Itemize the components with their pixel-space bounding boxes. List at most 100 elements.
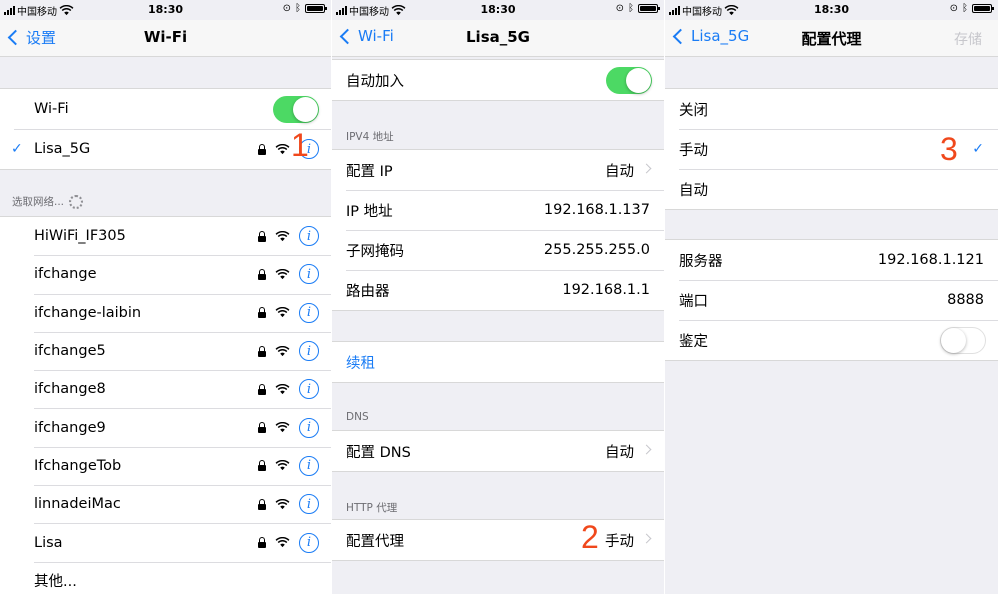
info-icon[interactable]: i <box>299 494 319 515</box>
ip-address-row: IP 地址 192.168.1.137 <box>332 190 664 230</box>
info-icon[interactable]: i <box>299 417 319 438</box>
configure-ip-row[interactable]: 配置 IP 自动 <box>332 150 664 190</box>
proxy-option-off[interactable]: 关闭 <box>665 89 998 129</box>
wifi-strength-icon <box>275 460 290 471</box>
page-title: Lisa_5G <box>466 28 530 46</box>
port-row[interactable]: 端口 8888 <box>665 280 998 320</box>
dns-group: 配置 DNS 自动 <box>332 430 664 472</box>
configure-proxy-row[interactable]: 配置代理 手动 <box>332 520 664 560</box>
checkmark-icon: ✓ <box>11 141 23 157</box>
lock-icon <box>258 498 266 510</box>
wifi-strength-icon <box>275 307 290 318</box>
wifi-strength-icon <box>275 422 290 433</box>
other-network-row[interactable]: 其他... <box>0 561 331 594</box>
lock-icon <box>258 383 266 395</box>
network-row[interactable]: ifchange i <box>0 255 331 293</box>
port-label: 端口 <box>679 293 708 310</box>
authentication-toggle[interactable] <box>940 326 986 354</box>
renew-lease-button[interactable]: 续租 <box>332 342 664 382</box>
option-label: 关闭 <box>679 102 708 119</box>
lock-icon <box>258 268 266 280</box>
network-name: ifchange <box>34 266 97 283</box>
connected-network-row[interactable]: ✓ Lisa_5G i <box>0 129 331 169</box>
info-icon[interactable]: i <box>299 264 319 285</box>
wifi-strength-icon <box>275 498 290 510</box>
info-icon[interactable]: i <box>299 455 319 476</box>
nav-bar: Lisa_5G 配置代理 存储 <box>665 20 998 57</box>
orientation-lock-icon: ⊙ <box>949 3 958 14</box>
network-row[interactable]: linnadeiMac i <box>0 485 331 523</box>
network-name: ifchange-laibin <box>34 304 142 321</box>
auto-join-toggle[interactable] <box>606 66 652 94</box>
battery-icon <box>972 4 994 13</box>
wifi-strength-icon <box>275 143 290 154</box>
status-bar: 中国移动 18:30 ⊙ ᛒ <box>665 0 998 20</box>
subnet-mask-row: 子网掩码 255.255.255.0 <box>332 230 664 270</box>
configure-proxy-value: 手动 <box>605 533 634 550</box>
renew-lease-label: 续租 <box>346 355 375 372</box>
choose-network-header: 选取网络... <box>12 194 84 209</box>
network-name: IfchangeTob <box>34 457 122 474</box>
connected-network-name: Lisa_5G <box>34 141 91 157</box>
server-field[interactable]: 192.168.1.121 <box>878 252 984 268</box>
network-name: ifchange9 <box>34 419 106 436</box>
info-icon[interactable]: i <box>299 341 319 362</box>
ipv4-header: IPV4 地址 <box>346 131 394 143</box>
network-row[interactable]: ifchange5 i <box>0 331 331 370</box>
network-list: HiWiFi_IF305 i ifchange i ifchange-laibin i if… <box>0 216 331 594</box>
network-row[interactable]: ifchange-laibin i <box>0 293 331 332</box>
dns-header: DNS <box>346 411 369 423</box>
orientation-lock-icon: ⊙ <box>282 3 291 14</box>
server-row[interactable]: 服务器 192.168.1.121 <box>665 240 998 280</box>
network-row[interactable]: HiWiFi_IF305 i <box>0 217 331 255</box>
nav-bar: 设置 Wi-Fi <box>0 20 331 57</box>
configure-dns-row[interactable]: 配置 DNS 自动 <box>332 431 664 471</box>
wifi-group: Wi-Fi ✓ Lisa_5G i <box>0 88 331 170</box>
step-marker-1: 1 <box>291 127 309 163</box>
network-name: HiWiFi_IF305 <box>34 228 126 245</box>
info-icon[interactable]: i <box>299 226 319 247</box>
subnet-mask-label: 子网掩码 <box>346 243 404 260</box>
step-marker-2: 2 <box>581 519 599 555</box>
http-proxy-header: HTTP 代理 <box>346 502 398 514</box>
proxy-option-auto[interactable]: 自动 <box>665 169 998 209</box>
bluetooth-icon: ᛒ <box>962 3 968 14</box>
lock-icon <box>258 460 266 472</box>
wifi-strength-icon <box>275 268 290 280</box>
lock-icon <box>258 143 266 155</box>
battery-icon <box>305 4 327 13</box>
router-label: 路由器 <box>346 283 390 300</box>
authentication-label: 鉴定 <box>679 333 708 350</box>
page-title: 配置代理 <box>801 30 862 48</box>
loading-spinner-icon <box>69 195 84 209</box>
lock-icon <box>258 307 266 319</box>
configure-dns-label: 配置 DNS <box>346 444 411 461</box>
auto-join-group: 自动加入 <box>332 59 664 101</box>
nav-bar: Wi-Fi Lisa_5G <box>332 20 664 57</box>
save-button[interactable]: 存储 <box>954 29 982 49</box>
port-field[interactable]: 8888 <box>947 292 984 308</box>
status-time: 18:30 <box>813 3 849 16</box>
subnet-mask-value: 255.255.255.0 <box>543 242 650 258</box>
chevron-right-icon <box>641 444 652 455</box>
configure-proxy-label: 配置代理 <box>346 533 404 550</box>
network-row[interactable]: Lisa i <box>0 523 331 561</box>
info-icon[interactable]: i <box>299 302 319 323</box>
proxy-config-screen: 中国移动 18:30 ⊙ ᛒ Lisa_5G 配置代理 存储 关闭 手动 ✓ 自… <box>665 0 998 594</box>
chevron-right-icon <box>641 163 652 174</box>
network-row[interactable]: IfchangeTob i <box>0 446 331 485</box>
configure-ip-label: 配置 IP <box>346 163 393 180</box>
network-row[interactable]: ifchange9 i <box>0 408 331 446</box>
wifi-strength-icon <box>275 383 290 395</box>
ipv4-group: 配置 IP 自动 IP 地址 192.168.1.137 子网掩码 255.25… <box>332 149 664 311</box>
info-icon[interactable]: i <box>299 532 319 553</box>
bluetooth-icon: ᛒ <box>628 3 634 14</box>
status-bar: 中国移动 18:30 ⊙ ᛒ <box>0 0 331 20</box>
lock-icon <box>258 537 266 549</box>
status-time: 18:30 <box>480 3 516 16</box>
info-icon[interactable]: i <box>299 379 319 400</box>
network-name: linnadeiMac <box>34 496 121 513</box>
status-time: 18:30 <box>147 3 183 16</box>
network-row[interactable]: ifchange8 i <box>0 370 331 408</box>
wifi-toggle[interactable] <box>273 95 319 123</box>
